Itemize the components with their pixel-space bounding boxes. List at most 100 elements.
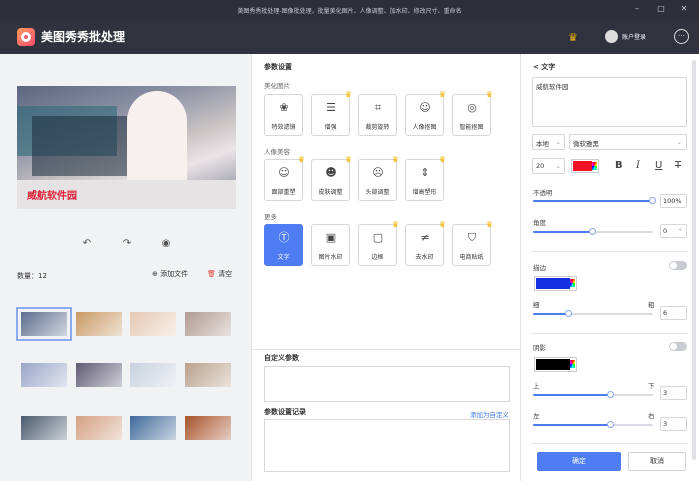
underline-button[interactable]: U — [655, 160, 662, 171]
down-label: 下 — [648, 382, 655, 390]
thumbnail-item[interactable] — [16, 307, 72, 341]
text-color-picker[interactable] — [571, 159, 599, 173]
add-file-button[interactable]: ⊕ 添加文件 — [152, 269, 188, 279]
shadow-color-picker[interactable] — [534, 357, 577, 372]
angle-slider-handle[interactable] — [589, 228, 596, 235]
font-source-value: 本地 — [536, 140, 549, 148]
clear-button[interactable]: 🗑 清空 — [207, 269, 232, 279]
confirm-button[interactable]: 确定 — [537, 452, 621, 471]
palette-icon — [570, 360, 575, 368]
rotate-right-icon[interactable]: ↷ — [119, 238, 135, 252]
border-button[interactable]: ▢ 边框 ♛ — [358, 220, 399, 266]
thumbnail-item[interactable] — [130, 416, 176, 440]
shadow-horizontal-slider[interactable] — [533, 421, 653, 428]
portrait-cutout-label: 人像抠图 — [412, 124, 437, 131]
opacity-slider-handle[interactable] — [649, 197, 656, 204]
history-box[interactable] — [264, 419, 510, 472]
enhance-button[interactable]: ☰ 增强 ♛ — [311, 90, 352, 136]
stroke-width-slider-fill — [533, 313, 569, 315]
head-adjust-button[interactable]: ☹ 头部调整 ♛ — [358, 155, 399, 201]
thumbnail-item[interactable] — [185, 416, 231, 440]
stroke-toggle[interactable] — [669, 261, 687, 270]
preview-eye-icon[interactable]: ◉ — [158, 238, 174, 252]
strikethrough-button[interactable]: T — [675, 160, 681, 171]
shadow-horizontal-slider-handle[interactable] — [607, 421, 614, 428]
vip-crown-icon: ♛ — [391, 220, 399, 229]
person-icon: ☺ — [419, 101, 431, 114]
opacity-slider[interactable] — [533, 197, 656, 204]
text-tool-button[interactable]: Ⓣ 文字 — [264, 224, 303, 266]
maximize-button[interactable]: □ — [654, 3, 668, 15]
angle-label: 角度 — [533, 219, 546, 227]
thumbnail-item[interactable] — [21, 363, 67, 387]
head-icon: ☹ — [372, 166, 384, 179]
sliders-icon: ☰ — [326, 101, 336, 114]
face-icon: ☺ — [278, 166, 290, 179]
shadow-toggle[interactable] — [669, 342, 687, 351]
thick-label: 粗 — [648, 301, 655, 309]
cancel-button[interactable]: 取消 — [628, 452, 686, 471]
more-menu-icon[interactable]: ··· — [674, 29, 689, 44]
bold-button[interactable]: B — [615, 160, 623, 171]
shadow-vertical-slider[interactable] — [533, 391, 653, 398]
shadow-horizontal-slider-fill — [533, 424, 611, 426]
skin-adjust-button[interactable]: ☻ 皮肤调整 ♛ — [311, 155, 352, 201]
back-to-text[interactable]: < 文字 — [533, 62, 555, 72]
close-button[interactable]: ✕ — [677, 3, 691, 15]
opacity-input[interactable]: 100% — [660, 194, 687, 208]
frame-icon: ▢ — [372, 231, 384, 244]
scrollbar[interactable] — [692, 60, 696, 460]
font-size-select[interactable]: 20 ⌄ — [532, 158, 565, 174]
minimize-button[interactable]: – — [630, 3, 644, 15]
login-link[interactable]: 账户登录 — [622, 32, 646, 41]
stroke-color-picker[interactable] — [534, 276, 577, 291]
filter-button[interactable]: ❀ 特效滤镜 — [264, 94, 303, 136]
add-custom-link[interactable]: 添加为自定义 — [470, 409, 509, 419]
crop-label: 裁剪旋转 — [365, 124, 390, 131]
shadow-label: 阴影 — [533, 344, 546, 352]
thumbnail-item[interactable] — [130, 312, 176, 336]
circles-icon: ◎ — [467, 101, 477, 114]
italic-button[interactable]: I — [636, 160, 640, 171]
avatar[interactable] — [605, 30, 618, 43]
shadow-vertical-slider-handle[interactable] — [607, 391, 614, 398]
image-watermark-button[interactable]: ▣ 图片水印 — [311, 224, 350, 266]
preview-watermark-text[interactable]: 威航软件园 — [27, 187, 77, 202]
vip-crown-icon[interactable]: ♛ — [568, 31, 578, 44]
stroke-label: 描边 — [533, 264, 546, 272]
crop-rotate-button[interactable]: ⌗ 裁剪旋转 — [358, 94, 397, 136]
stroke-width-input[interactable]: 6 — [660, 306, 687, 320]
angle-slider[interactable] — [533, 228, 653, 235]
stroke-width-slider[interactable] — [533, 310, 653, 317]
font-source-select[interactable]: 本地 ⌄ — [532, 134, 565, 150]
ecommerce-sticker-label: 电商贴纸 — [459, 254, 484, 261]
angle-input[interactable]: 0 ° — [660, 224, 687, 238]
face-reshape-label: 面部重塑 — [271, 189, 296, 196]
thumbnail-item[interactable] — [21, 416, 67, 440]
thumbnail-item[interactable] — [76, 363, 122, 387]
app-name: 美图秀秀批处理 — [41, 30, 126, 44]
ecommerce-sticker-button[interactable]: ⛉ 电商贴纸 ♛ — [452, 220, 493, 266]
font-family-select[interactable]: 微软雅黑 ⌄ — [569, 134, 687, 150]
angle-unit: ° — [678, 227, 682, 235]
smart-cutout-button[interactable]: ◎ 智能抠图 ♛ — [452, 90, 493, 136]
shadow-vertical-input[interactable]: 3 — [660, 386, 687, 400]
thumbnail-item[interactable] — [185, 312, 231, 336]
face-reshape-button[interactable]: ☺ 面部重塑 ♛ — [264, 155, 305, 201]
thumbnail-item[interactable] — [76, 312, 122, 336]
params-title: 参数设置 — [264, 63, 292, 71]
thumbnail-item[interactable] — [130, 363, 176, 387]
thumbnail-item[interactable] — [76, 416, 122, 440]
text-content-input[interactable]: 威航软件园 — [532, 77, 687, 127]
custom-params-box[interactable] — [264, 366, 510, 402]
stroke-width-slider-handle[interactable] — [565, 310, 572, 317]
remove-watermark-button[interactable]: ≠ 去水印 ♛ — [405, 220, 446, 266]
window-title: 美图秀秀批处理-图像批处理，批量美化图片、人像调整、加水印、修改尺寸、重命名 — [237, 8, 462, 15]
portrait-cutout-button[interactable]: ☺ 人像抠图 ♛ — [405, 90, 446, 136]
thumbnail-item[interactable] — [185, 363, 231, 387]
shadow-horizontal-input[interactable]: 3 — [660, 417, 687, 431]
body-shape-button[interactable]: ⇕ 增高塑形 ♛ — [405, 155, 446, 201]
section-divider — [251, 349, 521, 350]
rotate-left-icon[interactable]: ↶ — [79, 238, 95, 252]
group-more-title: 更多 — [264, 213, 277, 221]
